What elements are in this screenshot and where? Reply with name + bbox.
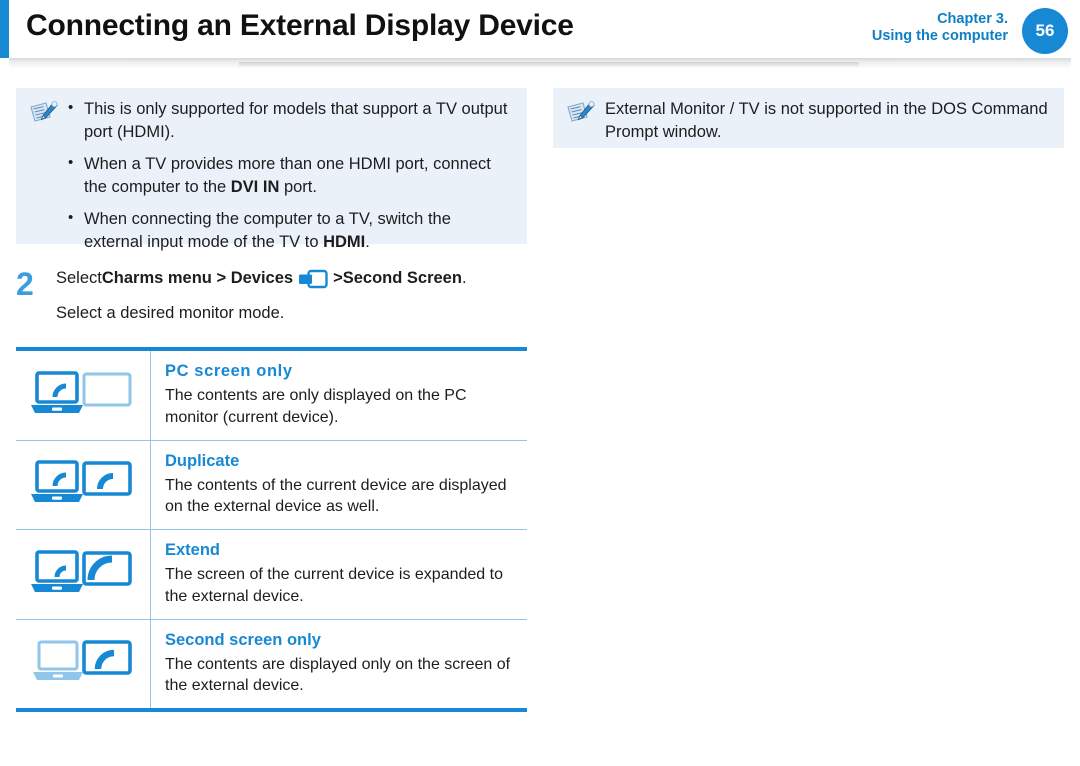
- mode-text-cell: PC screen only The contents are only dis…: [151, 351, 527, 440]
- duplicate-icon: [30, 456, 136, 513]
- note-box-left: This is only supported for models that s…: [16, 88, 527, 251]
- mode-icon-cell: [16, 440, 151, 529]
- step-block: 2 Select Charms menu > Devices > Second …: [16, 268, 536, 325]
- mode-icon-cell: [16, 351, 151, 440]
- step-text-charms-devices: Charms menu > Devices: [101, 269, 294, 287]
- mode-icon-cell: [16, 619, 151, 708]
- step-text-period: .: [461, 269, 467, 287]
- step-instruction: Select Charms menu > Devices > Second Sc…: [56, 268, 536, 289]
- page-header: Connecting an External Display Device Ch…: [0, 0, 1080, 58]
- mode-title: Extend: [165, 541, 221, 559]
- note-item: When connecting the computer to a TV, sw…: [64, 207, 513, 255]
- note-list-left: This is only supported for models that s…: [64, 97, 513, 255]
- note-pen-icon: [28, 100, 60, 126]
- display-mode-table: PC screen only The contents are only dis…: [16, 347, 527, 712]
- extend-icon: [30, 546, 136, 603]
- devices-icon: [298, 269, 328, 289]
- header-accent-bar: [0, 0, 9, 58]
- page-title: Connecting an External Display Device: [26, 9, 574, 42]
- note-item: This is only supported for models that s…: [64, 97, 513, 145]
- mode-text-cell: Second screen only The contents are disp…: [151, 620, 527, 709]
- step-number: 2: [16, 266, 34, 302]
- mode-description: The contents are displayed only on the s…: [165, 655, 511, 695]
- header-divider-shadow: [9, 58, 1071, 69]
- chapter-info: Chapter 3. Using the computer: [872, 11, 1008, 45]
- mode-title: Duplicate: [165, 451, 240, 470]
- table-row: PC screen only The contents are only dis…: [16, 351, 527, 441]
- second-screen-only-icon: [30, 635, 136, 692]
- note-item: When a TV provides more than one HDMI po…: [64, 152, 513, 200]
- note-pen-icon: [565, 100, 597, 126]
- pc-screen-only-icon: [30, 367, 136, 424]
- mode-title: Second screen only: [165, 630, 321, 649]
- mode-description: The contents of the current device are d…: [165, 476, 507, 516]
- table-row: Second screen only The contents are disp…: [16, 619, 527, 709]
- chapter-name: Using the computer: [871, 28, 1008, 45]
- table-row: Duplicate The contents of the current de…: [16, 440, 527, 530]
- step-text-select: Select: [56, 269, 102, 287]
- step-text-second-screen: Second Screen: [342, 269, 462, 287]
- chapter-number: Chapter 3.: [937, 11, 1008, 27]
- table-row: Extend The screen of the current device …: [16, 530, 527, 620]
- note-text-right: External Monitor / TV is not supported i…: [605, 100, 1048, 142]
- mode-title: PC screen only: [165, 362, 293, 380]
- mode-text-cell: Duplicate The contents of the current de…: [151, 441, 527, 530]
- page-number-badge: 56: [1022, 8, 1068, 54]
- step-subtext: Select a desired monitor mode.: [56, 304, 285, 323]
- step-text-gt: >: [333, 269, 343, 287]
- mode-description: The screen of the current device is expa…: [165, 566, 503, 605]
- mode-text-cell: Extend The screen of the current device …: [151, 530, 527, 619]
- mode-description: The contents are only displayed on the P…: [165, 387, 467, 426]
- note-box-right: External Monitor / TV is not supported i…: [553, 88, 1064, 148]
- mode-icon-cell: [16, 530, 151, 619]
